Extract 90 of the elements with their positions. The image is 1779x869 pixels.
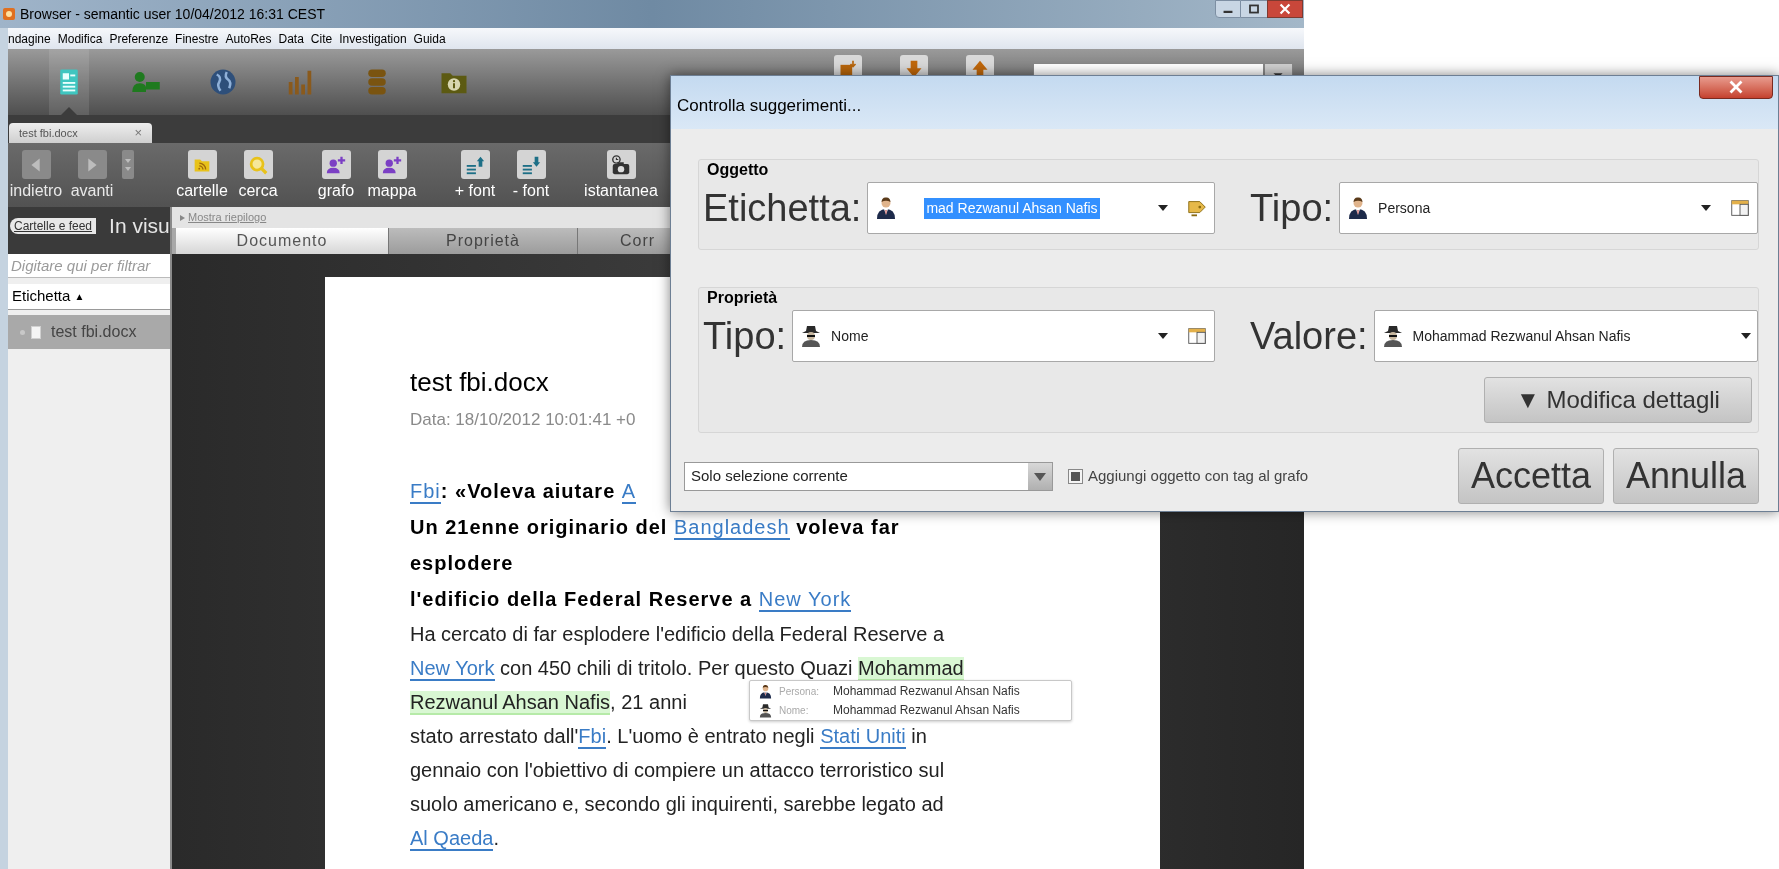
caret-icon bbox=[1741, 333, 1751, 339]
body-text: suolo americano e, secondo gli inquirenti, sarebbe legato ad bbox=[410, 792, 944, 817]
group-title: Proprietà bbox=[706, 288, 779, 308]
spy-icon bbox=[758, 702, 773, 718]
menu-item[interactable]: Guida bbox=[413, 29, 446, 48]
column-title: Etichetta bbox=[12, 286, 71, 307]
document-icon bbox=[31, 325, 41, 339]
body-text: stato arrestato dall'Fbi. L'uomo è entrato negli Stati Uniti in bbox=[410, 724, 927, 751]
entity-link[interactable]: Fbi bbox=[578, 725, 607, 749]
entity-link[interactable]: Bangladesh bbox=[673, 516, 790, 540]
menu-item[interactable]: ndagine bbox=[8, 29, 51, 48]
back-button[interactable]: Cartelle e feed bbox=[10, 218, 97, 234]
sort-indicator: ▲ bbox=[74, 290, 85, 304]
document-tab[interactable]: test fbi.docx × bbox=[9, 123, 152, 143]
close-icon bbox=[1267, 0, 1303, 18]
tab-label: test fbi.docx bbox=[19, 125, 78, 141]
entity-link[interactable]: Al Qaeda bbox=[410, 827, 494, 851]
view-tab[interactable]: Documento bbox=[176, 228, 389, 254]
menu-item[interactable]: AutoRes bbox=[225, 29, 272, 48]
tooltip-value: Mohammad Rezwanul Ahsan Nafis bbox=[833, 683, 1020, 700]
headline-text: Un 21enne originario del Bangladesh voleva far bbox=[410, 515, 900, 542]
menu-item[interactable]: Preferenze bbox=[109, 29, 169, 48]
body-text: Ha cercato di far esplodere l'edificio della Federal Reserve a bbox=[410, 622, 945, 647]
group-title: Oggetto bbox=[706, 160, 770, 180]
details-button[interactable]: ▼ Modifica dettagli bbox=[1484, 377, 1752, 423]
toolbar-button[interactable]: + font bbox=[447, 143, 503, 201]
view-tab[interactable]: Proprietà bbox=[389, 228, 578, 254]
window-panel-icon[interactable] bbox=[1729, 197, 1751, 219]
globe-icon bbox=[208, 67, 238, 97]
window-panel-icon[interactable] bbox=[1186, 325, 1208, 347]
scope-dropdown[interactable]: Solo selezione corrente bbox=[684, 461, 1053, 491]
dialog-button[interactable]: Accetta bbox=[1458, 448, 1604, 504]
headline-text: l'edificio della Federal Reserve a New York bbox=[410, 587, 852, 614]
close-icon bbox=[1699, 76, 1773, 99]
field-label: Valore: bbox=[1250, 314, 1368, 359]
dialog-button[interactable]: Annulla bbox=[1613, 448, 1759, 504]
toolbar-button[interactable]: grafo bbox=[308, 143, 364, 201]
combo-box[interactable]: Persona bbox=[1339, 182, 1758, 234]
filter-field[interactable]: Digitare qui per filtrar bbox=[8, 254, 170, 278]
menu-item[interactable]: Data bbox=[278, 29, 304, 48]
add-to-graph-checkbox[interactable]: Aggiungi oggetto con tag al grafo bbox=[1068, 464, 1309, 488]
window-title: Browser - semantic user 10/04/2012 16:31 CEST bbox=[20, 4, 326, 24]
person-icon bbox=[758, 683, 773, 699]
headline-text: Fbi: «Voleva aiutare A bbox=[410, 479, 637, 506]
expand-triangle-icon bbox=[180, 214, 185, 221]
toolbar-button[interactable]: cartelle bbox=[174, 143, 230, 201]
panel-heading: In visu bbox=[109, 214, 170, 238]
body-text: Al Qaeda. bbox=[410, 826, 499, 853]
combo-box[interactable]: Mohammad Rezwanul Ahsan Nafis bbox=[1373, 310, 1758, 362]
tab-close-button[interactable]: × bbox=[134, 123, 142, 143]
caret-icon bbox=[1158, 333, 1168, 339]
entity-link[interactable]: New York bbox=[410, 657, 495, 681]
entity-link[interactable]: A bbox=[621, 480, 637, 504]
app-icon bbox=[2, 7, 16, 21]
body-text: Rezwanul Ahsan Nafis, 21 anni bbox=[410, 690, 687, 717]
menu-item[interactable]: Finestre bbox=[175, 29, 219, 48]
tooltip-value: Mohammad Rezwanul Ahsan Nafis bbox=[833, 702, 1020, 719]
entity-link[interactable]: Fbi bbox=[410, 480, 441, 504]
minimize-icon bbox=[1215, 0, 1241, 18]
column-header[interactable]: Etichetta ▲ bbox=[8, 284, 170, 310]
toolbar-button[interactable]: mappa bbox=[364, 143, 420, 201]
body-text: gennaio con l'obiettivo di compiere un attacco terroristico sul bbox=[410, 758, 945, 783]
menu-item[interactable]: Investigation bbox=[339, 29, 407, 48]
tooltip-label: Persona: bbox=[779, 684, 821, 699]
toolbar-button[interactable]: cerca bbox=[230, 143, 286, 201]
menu-item[interactable]: Cite bbox=[310, 29, 333, 48]
field-label: Tipo: bbox=[1250, 186, 1334, 231]
headline-text: esplodere bbox=[410, 551, 514, 576]
tooltip-label: Nome: bbox=[779, 703, 810, 718]
highlighted-entity-link[interactable]: Rezwanul Ahsan Nafis bbox=[410, 691, 611, 715]
entity-link[interactable]: Stati Uniti bbox=[820, 725, 906, 749]
combo-box[interactable]: Nome bbox=[792, 310, 1215, 362]
dropdown-icon bbox=[1028, 462, 1052, 490]
menu-item[interactable]: Modifica bbox=[57, 29, 103, 48]
maximize-icon bbox=[1241, 0, 1267, 18]
field-label: Etichetta: bbox=[703, 186, 862, 231]
document-title: test fbi.docx bbox=[410, 366, 550, 398]
toolbar-button[interactable]: - font bbox=[503, 143, 559, 201]
field-label: Tipo: bbox=[703, 314, 787, 359]
highlighted-entity-link[interactable]: Mohammad bbox=[858, 657, 964, 681]
bullet-icon bbox=[20, 329, 25, 335]
camera-icon bbox=[610, 153, 632, 176]
toolbar-button[interactable]: istantanea bbox=[581, 143, 661, 201]
entity-link[interactable]: New York bbox=[758, 588, 852, 612]
dropdown-icon bbox=[122, 150, 134, 179]
document-list-item[interactable]: test fbi.docx bbox=[8, 315, 170, 349]
caret-icon bbox=[1158, 205, 1168, 211]
document-date: Data: 18/10/2012 10:01:41 +0 bbox=[410, 409, 637, 431]
caret-icon bbox=[1701, 205, 1711, 211]
dialog-title: Controlla suggerimenti... bbox=[677, 95, 862, 117]
